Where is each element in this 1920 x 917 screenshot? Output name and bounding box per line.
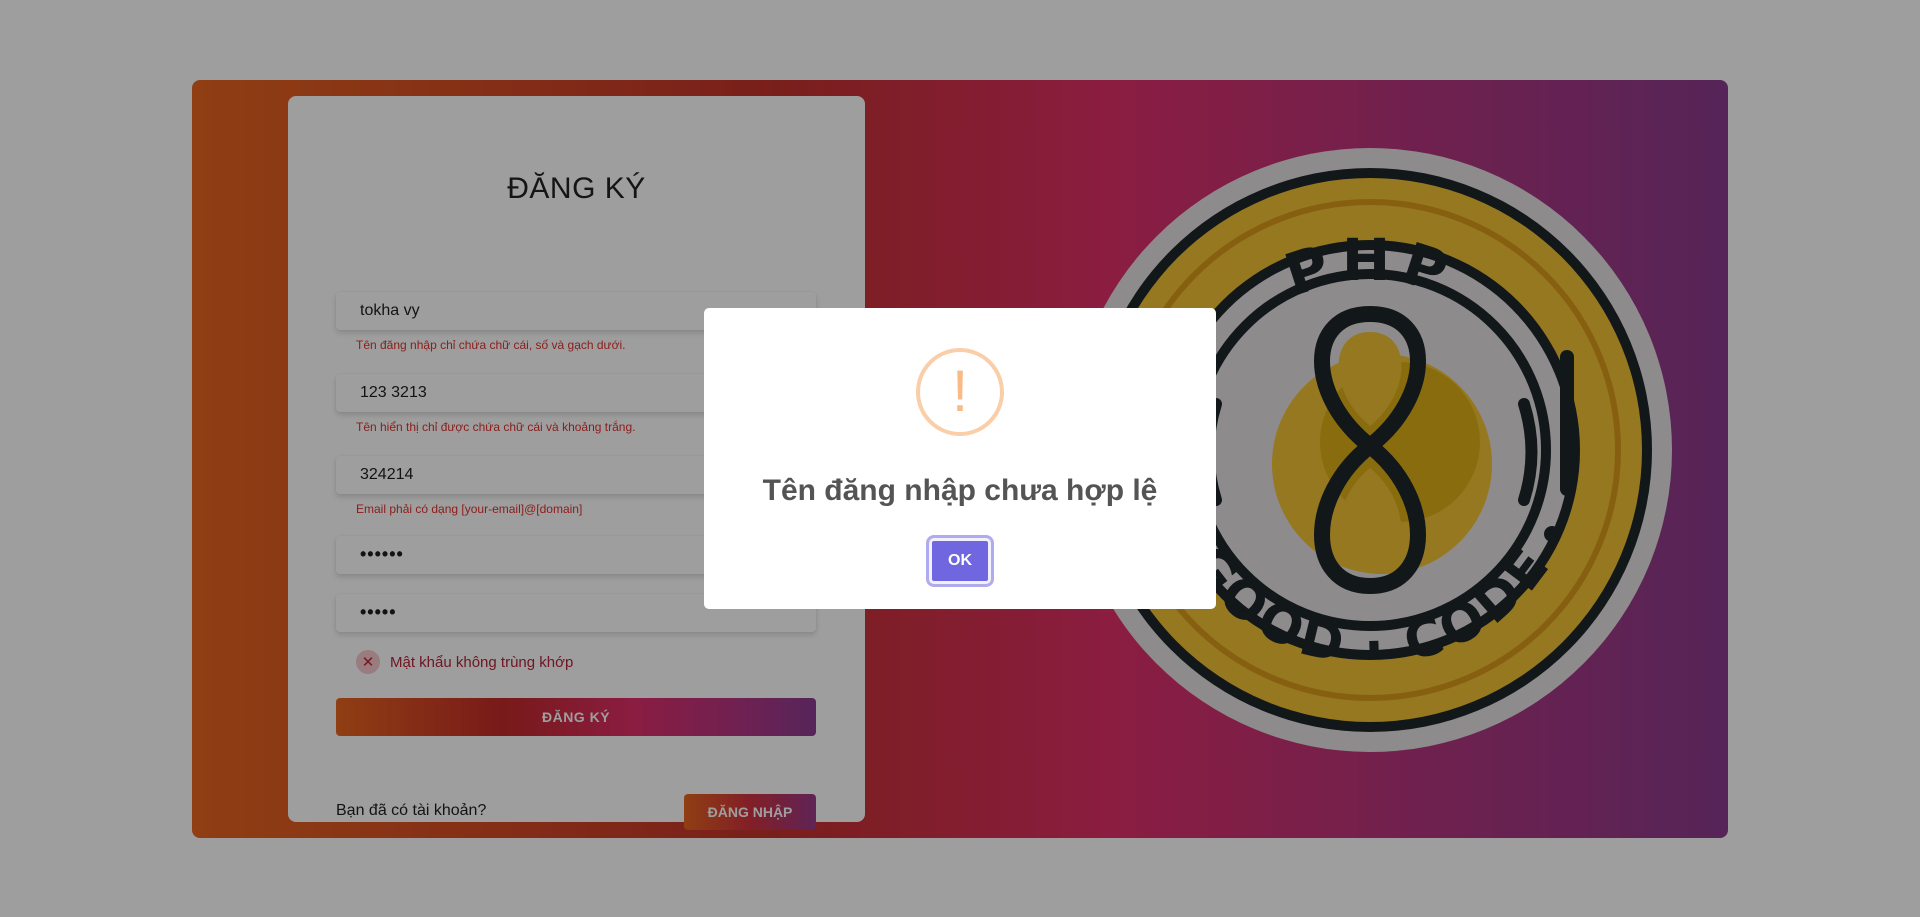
page: ĐĂNG KÝ tokha vy Tên đăng nhập chỉ chứa … bbox=[0, 0, 1920, 917]
alert-dialog: ! Tên đăng nhập chưa hợp lệ OK bbox=[704, 308, 1216, 609]
alert-title: Tên đăng nhập chưa hợp lệ bbox=[762, 474, 1158, 507]
warning-icon: ! bbox=[916, 348, 1004, 436]
ok-button[interactable]: OK bbox=[929, 538, 991, 584]
